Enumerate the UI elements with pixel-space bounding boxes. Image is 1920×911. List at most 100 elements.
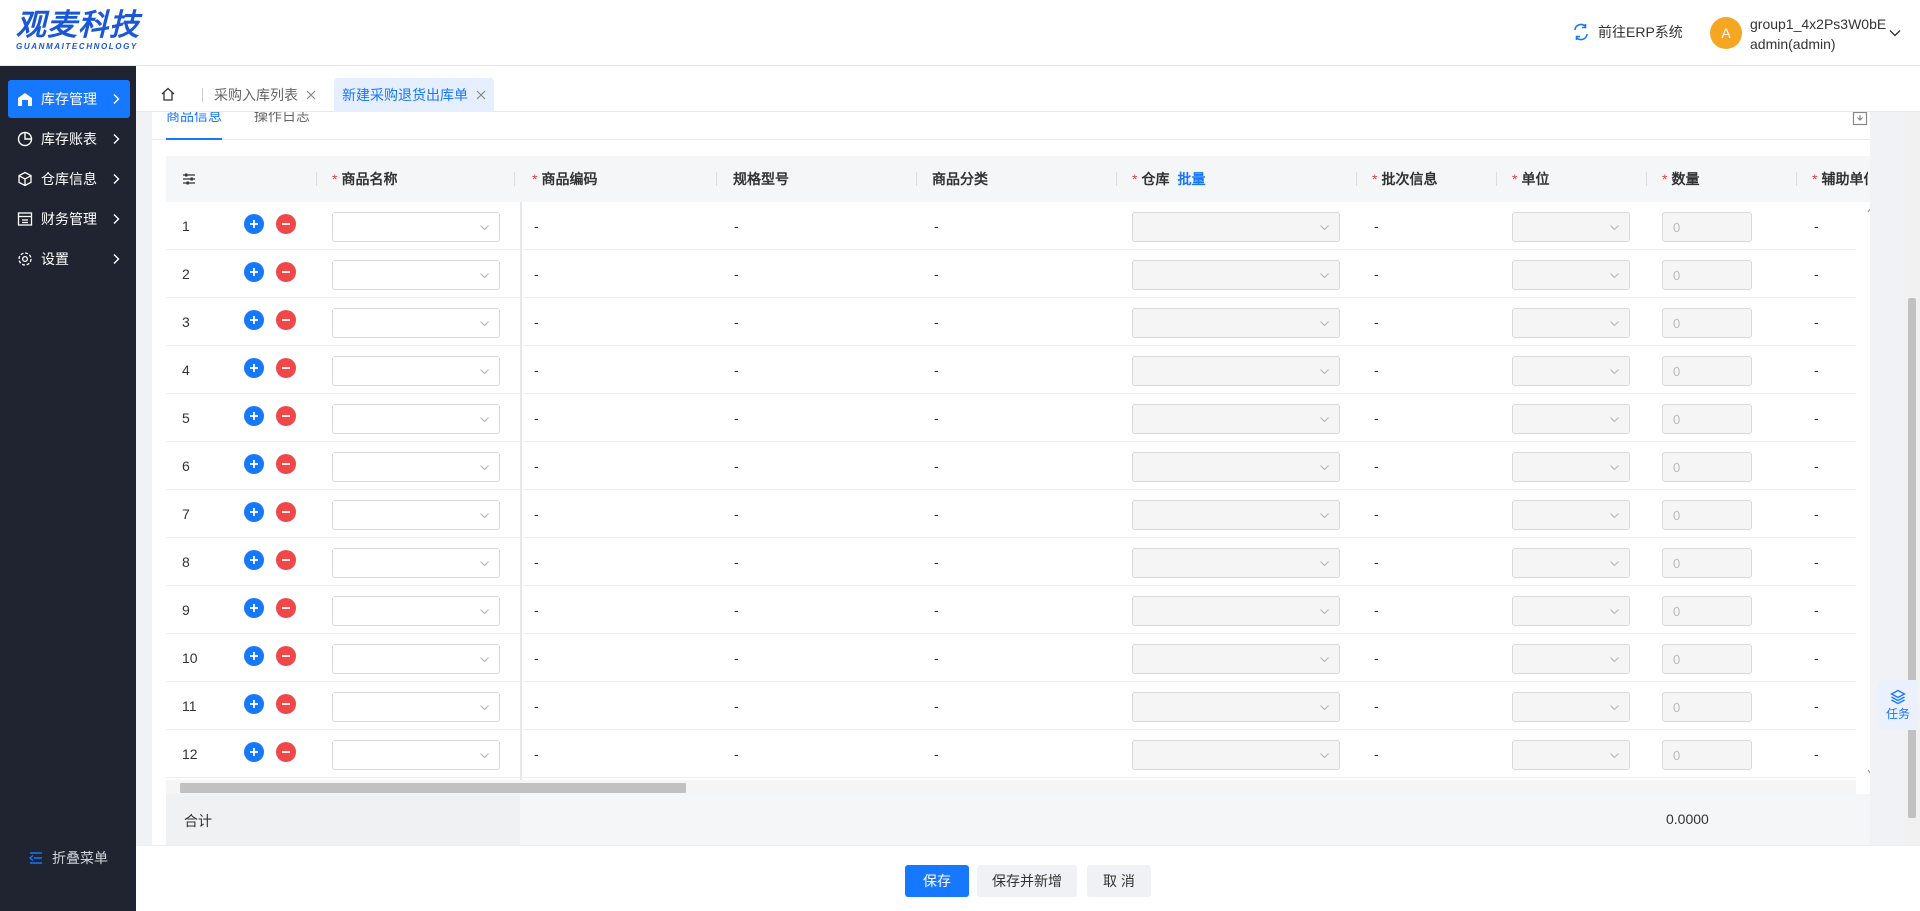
close-icon[interactable] [476, 90, 486, 100]
warehouse-select[interactable] [1132, 644, 1340, 674]
unit-select[interactable] [1512, 500, 1630, 530]
product-name-select[interactable] [332, 308, 500, 338]
warehouse-select[interactable] [1132, 212, 1340, 242]
product-name-select[interactable] [332, 548, 500, 578]
qty-input[interactable]: 0 [1662, 692, 1752, 722]
unit-select[interactable] [1512, 548, 1630, 578]
warehouse-select[interactable] [1132, 500, 1340, 530]
product-name-select[interactable] [332, 452, 500, 482]
add-row-button[interactable] [244, 214, 264, 234]
product-name-select[interactable] [332, 692, 500, 722]
unit-select[interactable] [1512, 260, 1630, 290]
qty-input[interactable]: 0 [1662, 452, 1752, 482]
warehouse-select[interactable] [1132, 692, 1340, 722]
page-vertical-scrollbar[interactable] [1904, 112, 1920, 845]
warehouse-select[interactable] [1132, 356, 1340, 386]
unit-select[interactable] [1512, 644, 1630, 674]
page-scroll-thumb[interactable] [1908, 298, 1916, 818]
sidebar-item-inventory[interactable]: 库存管理 [8, 80, 130, 118]
export-icon[interactable] [1852, 112, 1868, 126]
goto-erp-link[interactable]: 前往ERP系统 [1572, 22, 1683, 42]
qty-input[interactable]: 0 [1662, 308, 1752, 338]
remove-row-button[interactable] [276, 550, 296, 570]
warehouse-select[interactable] [1132, 308, 1340, 338]
add-row-button[interactable] [244, 550, 264, 570]
remove-row-button[interactable] [276, 262, 296, 282]
sidebar-item-settings[interactable]: 设置 [8, 240, 130, 278]
tab-new-purchase-return[interactable]: 新建采购退货出库单 [334, 78, 494, 112]
task-float-button[interactable]: 任务 [1878, 680, 1918, 730]
warehouse-select[interactable] [1132, 596, 1340, 626]
qty-input[interactable]: 0 [1662, 212, 1752, 242]
add-row-button[interactable] [244, 742, 264, 762]
product-name-select[interactable] [332, 356, 500, 386]
subtab-operation-log[interactable]: 操作日志 [254, 112, 310, 126]
collapse-menu-button[interactable]: 折叠菜单 [28, 848, 108, 868]
warehouse-select[interactable] [1132, 740, 1340, 770]
remove-row-button[interactable] [276, 310, 296, 330]
unit-select[interactable] [1512, 404, 1630, 434]
remove-row-button[interactable] [276, 502, 296, 522]
remove-row-button[interactable] [276, 742, 296, 762]
product-name-select[interactable] [332, 644, 500, 674]
unit-select[interactable] [1512, 740, 1630, 770]
qty-input[interactable]: 0 [1662, 644, 1752, 674]
add-row-button[interactable] [244, 598, 264, 618]
chevron-down-icon[interactable] [1888, 26, 1902, 40]
qty-input[interactable]: 0 [1662, 404, 1752, 434]
cancel-button[interactable]: 取 消 [1087, 865, 1151, 897]
add-row-button[interactable] [244, 262, 264, 282]
user-info[interactable]: group1_4x2Ps3W0bE admin(admin) [1750, 14, 1886, 54]
warehouse-select[interactable] [1132, 260, 1340, 290]
product-name-select[interactable] [332, 260, 500, 290]
remove-row-button[interactable] [276, 646, 296, 666]
product-name-select[interactable] [332, 596, 500, 626]
product-name-select[interactable] [332, 212, 500, 242]
product-name-select[interactable] [332, 740, 500, 770]
table-horizontal-scrollbar[interactable] [166, 780, 1856, 794]
warehouse-select[interactable] [1132, 404, 1340, 434]
close-icon[interactable] [306, 90, 316, 100]
column-settings-icon[interactable] [182, 156, 196, 202]
remove-row-button[interactable] [276, 358, 296, 378]
qty-input[interactable]: 0 [1662, 500, 1752, 530]
add-row-button[interactable] [244, 694, 264, 714]
unit-select[interactable] [1512, 356, 1630, 386]
unit-select[interactable] [1512, 596, 1630, 626]
warehouse-select[interactable] [1132, 452, 1340, 482]
save-and-new-button[interactable]: 保存并新增 [977, 865, 1077, 897]
add-row-button[interactable] [244, 358, 264, 378]
sidebar-item-inventory-ledger[interactable]: 库存账表 [8, 120, 130, 158]
qty-input[interactable]: 0 [1662, 356, 1752, 386]
tab-purchase-inbound-list[interactable]: 采购入库列表 [206, 78, 324, 112]
home-icon[interactable] [160, 86, 176, 102]
sidebar-item-warehouse-info[interactable]: 仓库信息 [8, 160, 130, 198]
unit-select[interactable] [1512, 212, 1630, 242]
unit-select[interactable] [1512, 308, 1630, 338]
warehouse-bulk-link[interactable]: 批量 [1177, 169, 1205, 189]
remove-row-button[interactable] [276, 214, 296, 234]
add-row-button[interactable] [244, 406, 264, 426]
remove-row-button[interactable] [276, 454, 296, 474]
horizontal-scroll-thumb[interactable] [180, 783, 686, 793]
save-button[interactable]: 保存 [905, 865, 969, 897]
product-name-select[interactable] [332, 404, 500, 434]
sidebar-item-finance[interactable]: 财务管理 [8, 200, 130, 238]
remove-row-button[interactable] [276, 406, 296, 426]
table-vertical-scrollbar[interactable] [1866, 202, 1870, 780]
avatar[interactable]: A [1710, 17, 1742, 49]
add-row-button[interactable] [244, 646, 264, 666]
qty-input[interactable]: 0 [1662, 548, 1752, 578]
remove-row-button[interactable] [276, 598, 296, 618]
unit-select[interactable] [1512, 692, 1630, 722]
qty-input[interactable]: 0 [1662, 260, 1752, 290]
add-row-button[interactable] [244, 310, 264, 330]
add-row-button[interactable] [244, 502, 264, 522]
qty-input[interactable]: 0 [1662, 740, 1752, 770]
product-name-select[interactable] [332, 500, 500, 530]
subtab-product-info[interactable]: 商品信息 [166, 112, 222, 126]
unit-select[interactable] [1512, 452, 1630, 482]
add-row-button[interactable] [244, 454, 264, 474]
remove-row-button[interactable] [276, 694, 296, 714]
qty-input[interactable]: 0 [1662, 596, 1752, 626]
